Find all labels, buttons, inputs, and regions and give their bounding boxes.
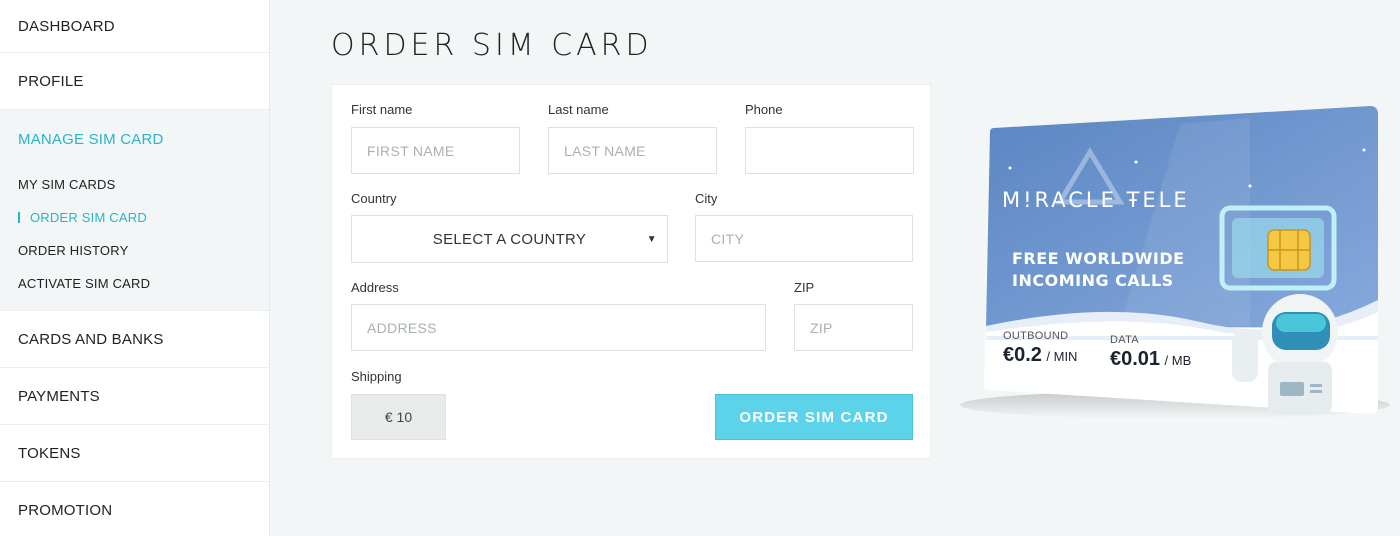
shipping-price: € 10 bbox=[351, 394, 446, 440]
caret-down-icon: ▼ bbox=[646, 234, 657, 245]
sidebar-subitem-order-sim-card[interactable]: ORDER SIM CARD bbox=[0, 201, 269, 234]
outbound-value: €0.2 bbox=[1003, 344, 1042, 366]
order-form: First name FIRST NAME Last name LAST NAM… bbox=[331, 84, 931, 459]
outbound-label: OUTBOUND bbox=[1003, 330, 1069, 342]
tagline-line-2: INCOMING CALLS bbox=[1012, 271, 1174, 290]
sidebar-subitem-activate-sim-card[interactable]: ACTIVATE SIM CARD bbox=[0, 267, 269, 300]
zip-label: ZIP bbox=[794, 280, 815, 295]
sidebar-item-payments[interactable]: PAYMENTS bbox=[0, 368, 269, 425]
city-field[interactable]: CITY bbox=[695, 215, 913, 262]
sidebar-item-tokens[interactable]: TOKENS bbox=[0, 425, 269, 482]
data-price: €0.01 / MB bbox=[1110, 348, 1191, 371]
order-sim-card-button[interactable]: ORDER SIM CARD bbox=[715, 394, 913, 440]
address-field[interactable]: ADDRESS bbox=[351, 304, 766, 351]
phone-field[interactable] bbox=[745, 127, 914, 174]
sidebar: DASHBOARD PROFILE MANAGE SIM CARD MY SIM… bbox=[0, 0, 270, 536]
sidebar-item-profile[interactable]: PROFILE bbox=[0, 53, 269, 110]
sidebar-item-manage-sim-card[interactable]: MANAGE SIM CARD bbox=[0, 110, 269, 168]
country-select[interactable]: SELECT A COUNTRY ▼ bbox=[351, 215, 668, 263]
tagline-line-1: FREE WORLDWIDE bbox=[1012, 249, 1185, 268]
last-name-label: Last name bbox=[548, 102, 609, 117]
sidebar-subitem-order-history[interactable]: ORDER HISTORY bbox=[0, 234, 269, 267]
outbound-rate: OUTBOUND €0.2 / MIN bbox=[1003, 330, 1077, 367]
city-label: City bbox=[695, 191, 718, 206]
page-title: ORDER SIM CARD bbox=[331, 28, 653, 63]
brand-logo: M!RACLE ŦELE bbox=[1002, 188, 1190, 212]
country-label: Country bbox=[351, 191, 397, 206]
data-value: €0.01 bbox=[1110, 348, 1161, 370]
sidebar-item-dashboard[interactable]: DASHBOARD bbox=[0, 0, 269, 53]
first-name-label: First name bbox=[351, 102, 413, 117]
data-unit: / MB bbox=[1164, 353, 1192, 368]
shipping-label: Shipping bbox=[351, 369, 402, 384]
last-name-field[interactable]: LAST NAME bbox=[548, 127, 717, 174]
address-label: Address bbox=[351, 280, 399, 295]
promo-tagline: FREE WORLDWIDE INCOMING CALLS bbox=[1012, 248, 1185, 292]
sidebar-group-manage-sim: MANAGE SIM CARD MY SIM CARDS ORDER SIM C… bbox=[0, 110, 269, 311]
sidebar-subitem-label: ORDER SIM CARD bbox=[30, 210, 147, 225]
first-name-field[interactable]: FIRST NAME bbox=[351, 127, 520, 174]
outbound-unit: / MIN bbox=[1046, 349, 1078, 364]
zip-field[interactable]: ZIP bbox=[794, 304, 913, 351]
sidebar-item-cards-and-banks[interactable]: CARDS AND BANKS bbox=[0, 311, 269, 368]
sim-card-illustration: M!RACLE ŦELE FREE WORLDWIDE INCOMING CAL… bbox=[950, 100, 1400, 430]
active-marker bbox=[18, 212, 20, 223]
sidebar-item-promotion[interactable]: PROMOTION bbox=[0, 482, 269, 536]
data-rate: DATA €0.01 / MB bbox=[1110, 334, 1191, 371]
country-select-value: SELECT A COUNTRY bbox=[432, 230, 587, 248]
data-label: DATA bbox=[1110, 334, 1139, 346]
phone-label: Phone bbox=[745, 102, 783, 117]
sidebar-subitem-my-sim-cards[interactable]: MY SIM CARDS bbox=[0, 168, 269, 201]
outbound-price: €0.2 / MIN bbox=[1003, 344, 1077, 367]
